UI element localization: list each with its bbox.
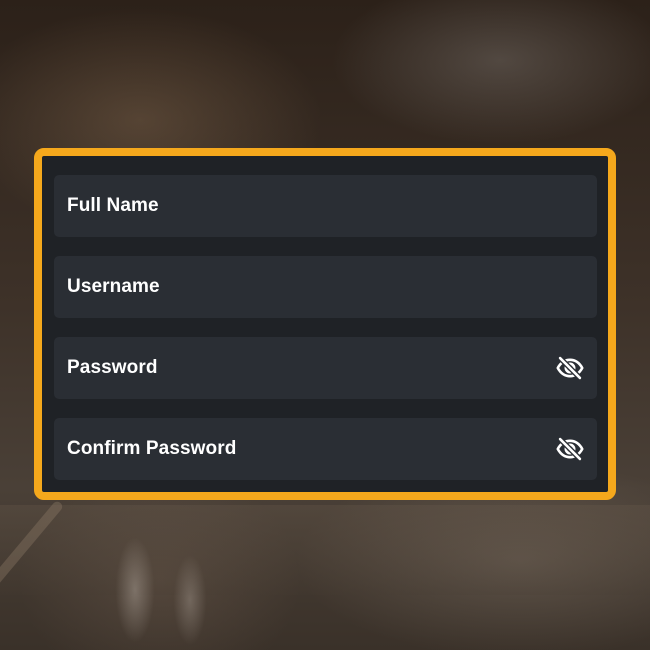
- full-name-label: Full Name: [67, 195, 159, 216]
- username-label: Username: [67, 276, 160, 297]
- confirm-password-visibility-toggle[interactable]: [555, 434, 585, 464]
- eye-off-icon: [556, 436, 584, 462]
- password-field[interactable]: Password: [54, 337, 597, 399]
- signup-form-panel: Full Name Username Password Confirm Pass…: [34, 148, 616, 500]
- eye-off-icon: [556, 355, 584, 381]
- full-name-field[interactable]: Full Name: [54, 175, 597, 237]
- password-visibility-toggle[interactable]: [555, 353, 585, 383]
- confirm-password-field[interactable]: Confirm Password: [54, 418, 597, 480]
- username-field[interactable]: Username: [54, 256, 597, 318]
- confirm-password-label: Confirm Password: [67, 438, 237, 459]
- background-player: [95, 495, 225, 650]
- password-label: Password: [67, 357, 158, 378]
